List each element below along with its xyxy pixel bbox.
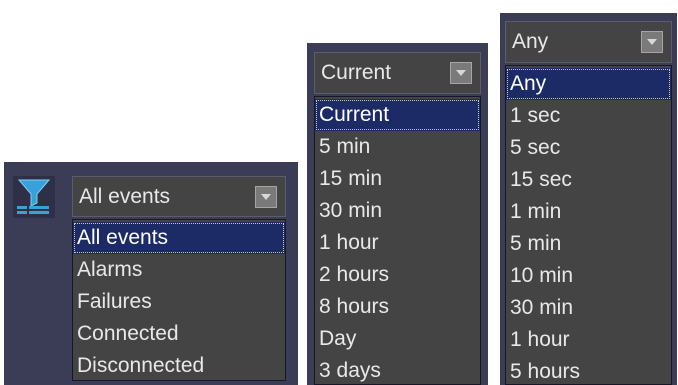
events-option-disconnected[interactable]: Disconnected bbox=[73, 350, 285, 380]
time-option-current[interactable]: Current bbox=[315, 99, 480, 131]
time-option-day[interactable]: Day bbox=[315, 323, 480, 355]
interval-option-1-hour[interactable]: 1 hour bbox=[506, 324, 671, 356]
events-filter-dropdown: All events Alarms Failures Connected Dis… bbox=[72, 219, 286, 381]
time-range-dropdown: Current 5 min 15 min 30 min 1 hour 2 hou… bbox=[314, 96, 481, 385]
chevron-down-icon[interactable] bbox=[255, 185, 277, 208]
interval-option-any[interactable]: Any bbox=[506, 68, 671, 100]
time-range-combobox[interactable]: Current bbox=[314, 52, 481, 94]
events-filter-combobox[interactable]: All events bbox=[72, 176, 286, 217]
interval-combobox[interactable]: Any bbox=[505, 21, 672, 63]
events-option-all[interactable]: All events bbox=[73, 222, 285, 254]
events-option-alarms[interactable]: Alarms bbox=[73, 254, 285, 286]
filter-icon[interactable] bbox=[13, 176, 55, 218]
interval-option-30-min[interactable]: 30 min bbox=[506, 292, 671, 324]
events-option-connected[interactable]: Connected bbox=[73, 318, 285, 350]
events-filter-value: All events bbox=[79, 184, 171, 208]
time-option-30-min[interactable]: 30 min bbox=[315, 195, 480, 227]
chevron-down-icon[interactable] bbox=[450, 62, 472, 84]
time-option-8-hours[interactable]: 8 hours bbox=[315, 291, 480, 323]
time-option-1-hour[interactable]: 1 hour bbox=[315, 227, 480, 259]
time-range-value: Current bbox=[321, 61, 392, 84]
interval-option-10-min[interactable]: 10 min bbox=[506, 260, 671, 292]
time-option-15-min[interactable]: 15 min bbox=[315, 163, 480, 195]
time-option-3-days[interactable]: 3 days bbox=[315, 355, 480, 384]
time-option-5-min[interactable]: 5 min bbox=[315, 131, 480, 163]
interval-option-5-hours[interactable]: 5 hours bbox=[506, 356, 671, 384]
interval-option-1-sec[interactable]: 1 sec bbox=[506, 100, 671, 132]
interval-option-5-min[interactable]: 5 min bbox=[506, 228, 671, 260]
chevron-down-icon[interactable] bbox=[641, 31, 663, 53]
interval-value: Any bbox=[512, 30, 549, 53]
time-option-2-hours[interactable]: 2 hours bbox=[315, 259, 480, 291]
events-option-failures[interactable]: Failures bbox=[73, 286, 285, 318]
interval-option-15-sec[interactable]: 15 sec bbox=[506, 164, 671, 196]
interval-dropdown: Any 1 sec 5 sec 15 sec 1 min 5 min 10 mi… bbox=[505, 65, 672, 385]
interval-option-1-min[interactable]: 1 min bbox=[506, 196, 671, 228]
interval-option-5-sec[interactable]: 5 sec bbox=[506, 132, 671, 164]
